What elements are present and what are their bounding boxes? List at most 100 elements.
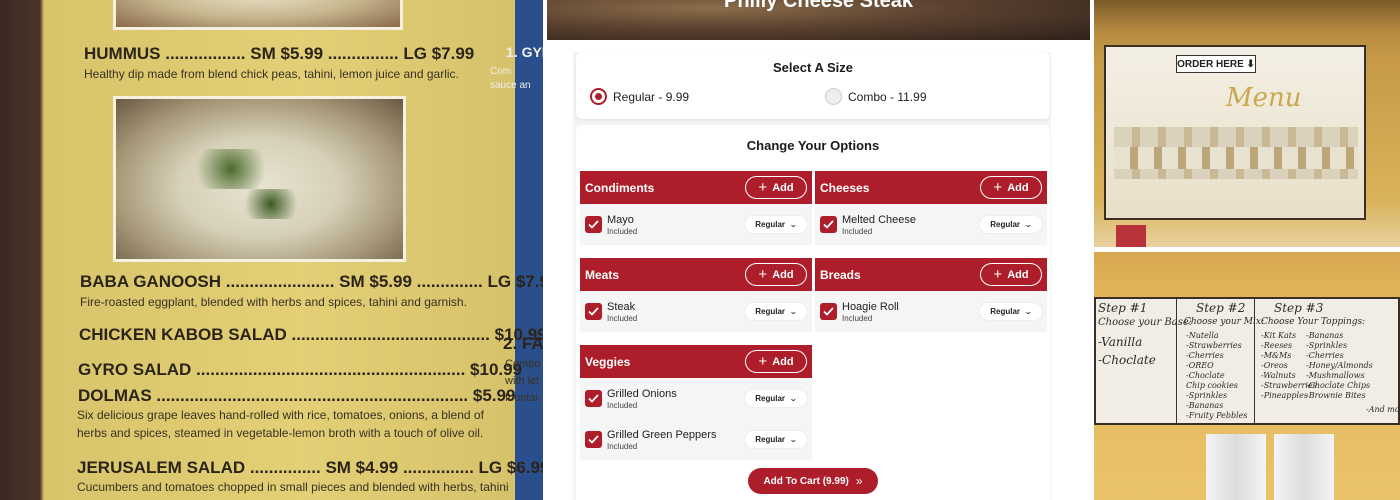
size-option-label: Regular - 9.99 <box>613 89 690 104</box>
add-label: Add <box>772 268 794 281</box>
menu-item-name: GYRO SALAD .............................… <box>78 360 523 379</box>
add-breads-button[interactable]: + Add <box>980 263 1042 286</box>
plus-icon: + <box>993 179 1003 196</box>
whiteboard-text: Choose Your Toppings: <box>1261 317 1366 327</box>
portion-dropdown[interactable]: Regular ⌄ <box>745 216 807 233</box>
group-name: Meats <box>585 267 620 282</box>
whiteboard-text: -Strawberries <box>1186 341 1242 350</box>
check-icon <box>588 435 599 444</box>
add-cheeses-button[interactable]: + Add <box>980 176 1042 199</box>
whiteboard-text: -M&Ms <box>1261 351 1292 360</box>
options-section-title: Change Your Options <box>746 138 880 153</box>
whiteboard-divider <box>1176 299 1177 423</box>
option-item: Melted Cheese Included Regular ⌄ <box>815 204 1047 245</box>
whiteboard-text: -Mushmallows <box>1306 371 1365 380</box>
size-selector-card: Select A Size Regular - 9.99 Combo - 11.… <box>576 52 1050 119</box>
option-group-breads: Breads + Add Hoagie Roll Included Regular… <box>815 258 1047 332</box>
menu-item-desc: Fire-roasted eggplant, blended with herb… <box>80 295 467 309</box>
whiteboard-text: -Nutella <box>1186 331 1219 340</box>
checkbox-checked[interactable] <box>820 216 837 233</box>
add-veggies-button[interactable]: + Add <box>745 350 807 373</box>
whiteboard-text: -Choclate <box>1186 371 1225 380</box>
whiteboard-text: Choose your Mix: <box>1184 317 1264 327</box>
portion-dropdown[interactable]: Regular ⌄ <box>980 303 1042 320</box>
option-item: Grilled Green Peppers Included Regular ⌄ <box>580 419 812 460</box>
modal-content: Select A Size Regular - 9.99 Combo - 11.… <box>573 52 1051 500</box>
menu-side-text: fountai <box>505 392 539 404</box>
whiteboard-text: -Reeses <box>1261 341 1293 350</box>
whiteboard-text: -Choclate <box>1098 353 1156 367</box>
portion-label: Regular <box>755 394 786 403</box>
whiteboard-text: -Bananas <box>1186 401 1224 410</box>
item-name: Mayo <box>607 213 634 226</box>
add-meats-button[interactable]: + Add <box>745 263 807 286</box>
radio-unselected-icon[interactable] <box>825 88 842 105</box>
chevron-down-icon: ⌄ <box>789 220 798 229</box>
menu-board-photos <box>1114 147 1358 169</box>
menu-script-text: Menu <box>1226 83 1302 113</box>
menu-side-text: Combo <box>505 358 541 370</box>
option-group-condiments: Condiments + Add Mayo Included Regular ⌄ <box>580 171 812 245</box>
menu-item-desc: herbs and spices, steamed in vegetable-l… <box>77 426 484 440</box>
checkbox-checked[interactable] <box>585 303 602 320</box>
chevron-down-icon: ⌄ <box>789 394 798 403</box>
whiteboard-text: -And more <box>1366 405 1400 414</box>
portion-dropdown[interactable]: Regular ⌄ <box>980 216 1042 233</box>
option-group-veggies: Veggies + Add Grilled Onions Included Reg… <box>580 345 812 460</box>
add-condiments-button[interactable]: + Add <box>745 176 807 199</box>
item-name: Steak <box>607 300 636 313</box>
option-item: Steak Included Regular ⌄ <box>580 291 812 332</box>
item-status: Included <box>607 313 638 323</box>
item-name: Grilled Onions <box>607 387 677 400</box>
item-status: Included <box>842 313 873 323</box>
chevron-down-icon: ⌄ <box>789 435 798 444</box>
whiteboard-text: -Sprinkles <box>1306 341 1348 350</box>
item-status: Included <box>607 400 638 410</box>
checkbox-checked[interactable] <box>820 303 837 320</box>
whiteboard-text: -Bananas <box>1306 331 1344 340</box>
menu-item-name: HUMMUS ................. SM $5.99 ......… <box>84 44 475 63</box>
option-item: Hoagie Roll Included Regular ⌄ <box>815 291 1047 332</box>
item-name: Melted Cheese <box>842 213 916 226</box>
product-hero-image: Philly Cheese Steak <box>547 0 1090 40</box>
whiteboard-divider <box>1254 299 1255 423</box>
portion-dropdown[interactable]: Regular ⌄ <box>745 303 807 320</box>
menu-side-heading: 1. GYRO <box>506 44 543 60</box>
whiteboard-step: Step #2 <box>1196 301 1246 315</box>
whiteboard-text: -Choclate Chips <box>1306 381 1371 390</box>
option-group-meats: Meats + Add Steak Included Regular ⌄ <box>580 258 812 332</box>
portion-dropdown[interactable]: Regular ⌄ <box>745 390 807 407</box>
size-option-regular[interactable]: Regular - 9.99 <box>590 88 689 105</box>
menu-board: ORDER HERE ⬇ Menu <box>1104 45 1366 220</box>
background-photo-whiteboard: Step #1 Choose your Base: -Vanilla -Choc… <box>1094 252 1400 500</box>
add-to-cart-button[interactable]: Add To Cart (9.99) » <box>748 468 878 494</box>
whiteboard-text: Choose your Base: <box>1098 317 1193 328</box>
menu-side-text: sauce an <box>490 80 531 91</box>
menu-item-name: CHICKEN KABOB SALAD ....................… <box>79 325 543 344</box>
plus-icon: + <box>993 266 1003 283</box>
chevron-down-icon: ⌄ <box>789 307 798 316</box>
item-name: Hoagie Roll <box>842 300 899 313</box>
whiteboard-text: -OREO <box>1186 361 1214 370</box>
whiteboard-text: Chip cookies <box>1186 381 1238 390</box>
checkbox-checked[interactable] <box>585 431 602 448</box>
item-name: Grilled Green Peppers <box>607 428 717 441</box>
background-photo-menu-board: ORDER HERE ⬇ Menu <box>1094 0 1400 247</box>
group-name: Condiments <box>585 180 655 195</box>
whiteboard-text: -Brownie Bites <box>1306 391 1366 400</box>
checkbox-checked[interactable] <box>585 216 602 233</box>
checkbox-checked[interactable] <box>585 390 602 407</box>
radio-selected-icon[interactable] <box>590 88 607 105</box>
product-options-modal: Philly Cheese Steak Select A Size Regula… <box>543 0 1094 500</box>
plus-icon: + <box>758 353 768 370</box>
whiteboard-step: Step #1 <box>1098 301 1148 315</box>
whiteboard-step: Step #3 <box>1274 301 1324 315</box>
double-chevron-right-icon: » <box>855 474 863 488</box>
menu-item-name: JERUSALEM SALAD ............... SM $4.99… <box>77 458 543 477</box>
add-label: Add <box>1007 181 1029 194</box>
check-icon <box>823 220 834 229</box>
size-option-combo[interactable]: Combo - 11.99 <box>825 88 927 105</box>
option-item: Grilled Onions Included Regular ⌄ <box>580 378 812 419</box>
portion-dropdown[interactable]: Regular ⌄ <box>745 431 807 448</box>
option-item: Mayo Included Regular ⌄ <box>580 204 812 245</box>
